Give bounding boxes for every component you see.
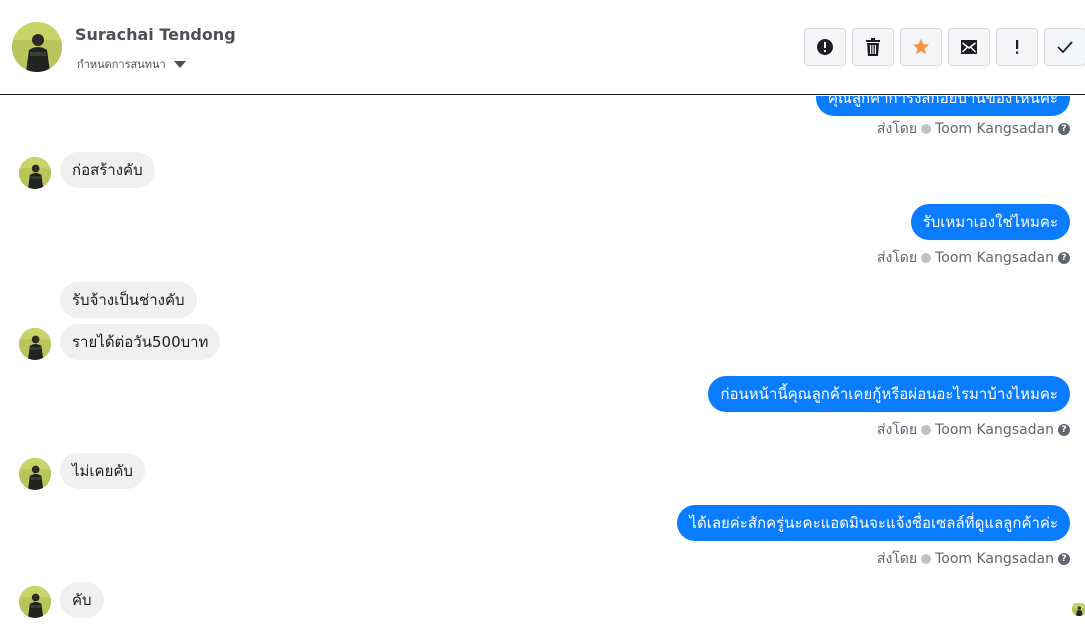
outgoing-message[interactable]: คุณลูกค้ากำรังสกอยบ้านของไหนคะ xyxy=(815,96,1070,116)
spam-button[interactable] xyxy=(996,28,1038,66)
mail-icon xyxy=(961,40,977,54)
check-icon xyxy=(1057,41,1073,54)
alert-icon xyxy=(817,39,833,55)
sent-by-line: ส่งโดย Toom Kangsadan ? xyxy=(877,419,1070,441)
contact-name[interactable]: Surachai Tendong xyxy=(75,25,236,44)
help-icon[interactable]: ? xyxy=(1058,424,1070,436)
sent-by-label: ส่งโดย xyxy=(876,551,918,567)
agent-name: Toom Kangsadan xyxy=(935,551,1054,567)
status-icon xyxy=(921,124,932,134)
avatar[interactable] xyxy=(19,458,51,490)
agent-name: Toom Kangsadan xyxy=(935,121,1054,137)
incoming-message[interactable]: ก่อสร้างคับ xyxy=(60,152,155,188)
outgoing-message[interactable]: ก่อนหน้านี้คุณลูกค้าเคยกู้หรือผ่อนอะไรมา… xyxy=(708,376,1070,412)
sent-by-line: ส่งโดย Toom Kangsadan ? xyxy=(877,548,1070,570)
status-icon xyxy=(921,425,932,435)
sent-by-label: ส่งโดย xyxy=(876,121,918,137)
sent-by-label: ส่งโดย xyxy=(876,250,918,266)
mark-done-button[interactable] xyxy=(1044,28,1085,66)
action-toolbar xyxy=(804,28,1085,66)
avatar[interactable] xyxy=(19,157,51,189)
help-icon[interactable]: ? xyxy=(1058,553,1070,565)
avatar[interactable] xyxy=(12,22,62,72)
delete-button[interactable] xyxy=(852,28,894,66)
exclamation-icon xyxy=(1016,40,1019,54)
star-icon xyxy=(912,38,930,55)
message-list[interactable]: คุณลูกค้ากำรังสกอยบ้านของไหนคะ ส่งโดย To… xyxy=(0,96,1085,640)
sent-by-line: ส่งโดย Toom Kangsadan ? xyxy=(877,247,1070,269)
report-button[interactable] xyxy=(804,28,846,66)
conversation-menu-label: กำหนดการสนทนา xyxy=(77,58,166,71)
outgoing-message[interactable]: รับเหมาเองใช่ไหมคะ xyxy=(910,204,1070,240)
incoming-message[interactable]: รับจ้างเป็นช่างคับ xyxy=(60,282,197,318)
agent-name: Toom Kangsadan xyxy=(935,250,1054,266)
trash-icon xyxy=(866,38,880,56)
agent-name: Toom Kangsadan xyxy=(935,422,1054,438)
incoming-message[interactable]: รายได้ต่อวัน500บาท xyxy=(60,324,221,360)
star-button[interactable] xyxy=(900,28,942,66)
incoming-message[interactable]: คับ xyxy=(60,582,104,618)
caret-down-icon xyxy=(173,60,186,68)
avatar[interactable] xyxy=(19,328,51,360)
avatar[interactable] xyxy=(19,586,51,618)
status-icon xyxy=(921,554,932,564)
status-icon xyxy=(921,253,932,263)
conversation-header: Surachai Tendong กำหนดการสนทนา xyxy=(0,0,1085,95)
seen-avatar xyxy=(1072,602,1085,616)
sent-by-line: ส่งโดย Toom Kangsadan ? xyxy=(877,118,1070,140)
incoming-message[interactable]: ไม่เคยคับ xyxy=(60,453,145,489)
help-icon[interactable]: ? xyxy=(1058,252,1070,264)
sent-by-label: ส่งโดย xyxy=(876,422,918,438)
conversation-menu[interactable]: กำหนดการสนทนา xyxy=(77,55,186,73)
outgoing-message[interactable]: ได้เลยค่ะสักครู่นะคะแอดมินจะแจ้งชื่อเซลล… xyxy=(677,505,1070,541)
help-icon[interactable]: ? xyxy=(1058,123,1070,135)
mark-unread-button[interactable] xyxy=(948,28,990,66)
